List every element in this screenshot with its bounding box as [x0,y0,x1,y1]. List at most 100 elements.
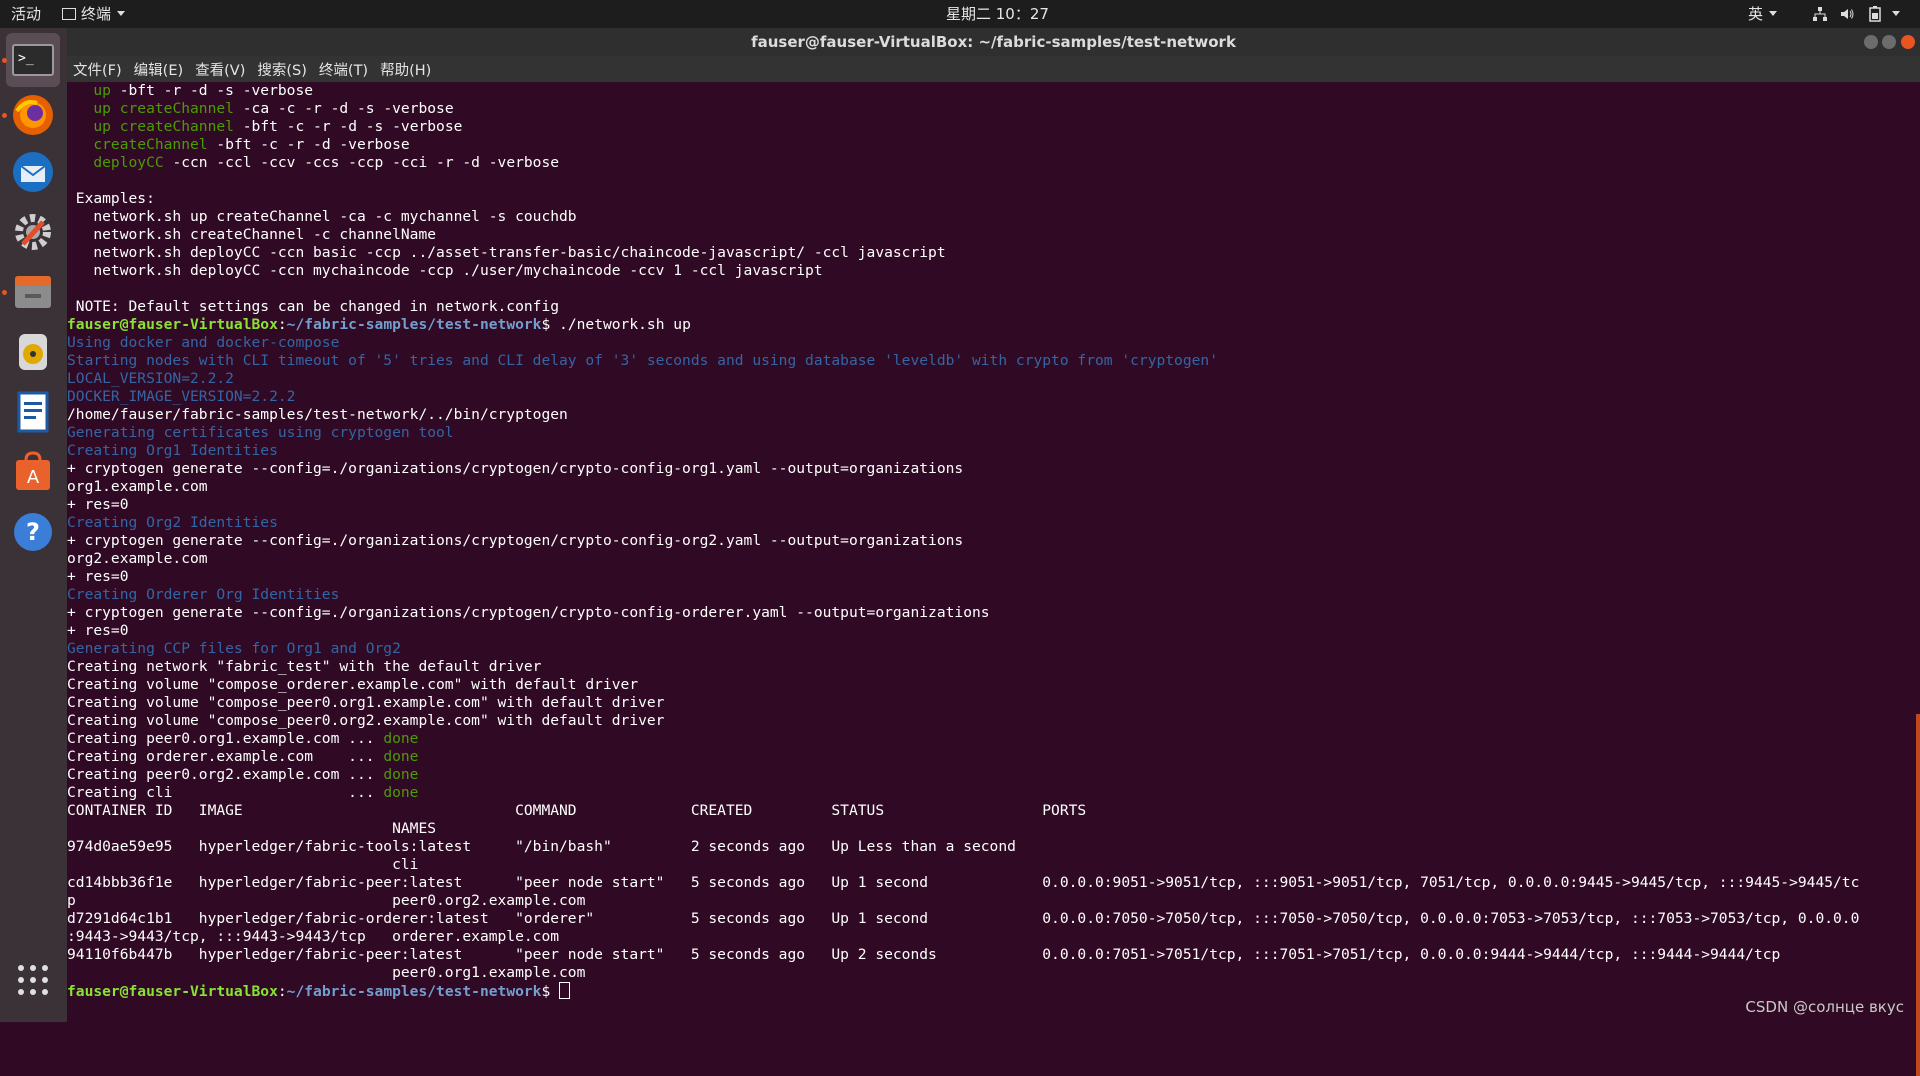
terminal-line: org1.example.com [67,478,1859,496]
terminal-line: p peer0.org2.example.com [67,892,1859,910]
terminal-text-segment: cd14bbb36f1e hyperledger/fabric-peer:lat… [67,874,1860,891]
terminal-text-segment: -bft -r -d -s -verbose [110,82,314,99]
terminal-line: Creating Org2 Identities [67,514,1859,532]
dock-writer[interactable] [6,385,60,439]
terminal-line: Creating peer0.org1.example.com ... done [67,730,1859,748]
terminal-text-segment: /home/fauser/fabric-samples/test-network… [67,406,568,423]
terminal-line: Creating network "fabric_test" with the … [67,658,1859,676]
terminal-text-segment: fauser@fauser-VirtualBox [67,983,278,1000]
terminal-small-icon [62,8,76,20]
terminal-text-segment: : [277,316,287,333]
terminal-text-segment: deployCC [93,154,164,171]
terminal-line: + cryptogen generate --config=./organiza… [67,604,1859,622]
clock[interactable]: 星期二 10：27 [946,0,1049,28]
terminal-text-segment: done [383,730,419,747]
terminal-text-segment: -bft -c -r -d -verbose [207,136,410,153]
terminal-text-segment: + cryptogen generate --config=./organiza… [67,460,964,477]
terminal-text-segment: $ ./network.sh up [541,316,691,333]
volume-icon [1840,9,1854,19]
terminal-line: org2.example.com [67,550,1859,568]
menu-terminal[interactable]: 终端(T) [313,56,374,82]
terminal-text-segment: NOTE: Default settings can be changed in… [67,298,560,315]
terminal-line: CONTAINER ID IMAGE COMMAND CREATED STATU… [67,802,1859,820]
terminal-text-segment: :9443->9443/tcp, :::9443->9443/tcp order… [67,928,560,945]
terminal-line: deployCC -ccn -ccl -ccv -ccs -ccp -cci -… [67,154,1859,172]
terminal-text-segment: Creating orderer.example.com ... [67,748,384,765]
menu-edit[interactable]: 编辑(E) [128,56,189,82]
dock-rhythmbox[interactable] [6,325,60,379]
terminal-text-segment: DOCKER_IMAGE_VERSION=2.2.2 [67,388,296,405]
app-menu[interactable]: 终端 [62,0,126,28]
dock-settings[interactable] [6,205,60,259]
terminal-line: LOCAL_VERSION=2.2.2 [67,370,1859,388]
terminal-text-segment: peer0.org1.example.com [67,964,586,981]
terminal-text-segment: p peer0.org2.example.com [67,892,586,909]
terminal-text-segment: Creating peer0.org2.example.com ... [67,766,384,783]
terminal-line: peer0.org1.example.com [67,964,1859,982]
terminal-line: up -bft -r -d -s -verbose [67,82,1859,100]
terminal-line: d7291d64c1b1 hyperledger/fabric-orderer:… [67,910,1859,928]
terminal-lines: up -bft -r -d -s -verbose up createChann… [67,82,1859,1000]
terminal-text-segment: Creating volume "compose_peer0.org1.exam… [67,694,665,711]
running-indicator [2,58,7,63]
dock-software[interactable]: A [6,445,60,499]
dock-thunderbird[interactable] [6,145,60,199]
terminal-line: 974d0ae59e95 hyperledger/fabric-tools:la… [67,838,1859,856]
terminal-line: network.sh createChannel -c channelName [67,226,1859,244]
minimize-button[interactable] [1864,35,1878,49]
close-button[interactable] [1901,35,1915,49]
terminal-text-segment: Creating volume "compose_peer0.org2.exam… [67,712,665,729]
window-titlebar[interactable]: fauser@fauser-VirtualBox: ~/fabric-sampl… [67,28,1920,56]
terminal-text-segment: Creating volume "compose_orderer.example… [67,676,639,693]
dock-files[interactable] [6,265,60,319]
dock-firefox[interactable] [6,88,60,142]
terminal-text-segment: + cryptogen generate --config=./organiza… [67,532,964,549]
watermark: CSDN @солнце вкус [1745,998,1904,1016]
terminal-text-segment: Creating network "fabric_test" with the … [67,658,542,675]
terminal-text-segment: : [277,983,287,1000]
terminal-line: Examples: [67,190,1859,208]
menu-file[interactable]: 文件(F) [67,56,128,82]
terminal-line: + res=0 [67,496,1859,514]
terminal-output-area[interactable]: up -bft -r -d -s -verbose up createChann… [67,82,1920,1076]
terminal-line: Creating volume "compose_peer0.org1.exam… [67,694,1859,712]
terminal-line: Creating peer0.org2.example.com ... done [67,766,1859,784]
help-icon: ? [14,513,52,551]
terminal-text-segment: up [93,100,111,117]
system-status-menu[interactable] [1812,0,1901,28]
maximize-button[interactable] [1882,35,1896,49]
terminal-text-segment: fauser@fauser-VirtualBox [67,316,278,333]
terminal-line: + res=0 [67,622,1859,640]
terminal-icon: >_ [12,44,54,76]
terminal-text-segment: createChannel [119,100,234,117]
terminal-text-segment: done [383,748,419,765]
caret-down-icon [117,11,126,16]
terminal-line: Creating cli ... done [67,784,1859,802]
terminal-line: :9443->9443/tcp, :::9443->9443/tcp order… [67,928,1859,946]
terminal-text-segment: + cryptogen generate --config=./organiza… [67,604,990,621]
system-top-bar: 活动 终端 星期二 10：27 英 [0,0,1920,28]
terminal-text-segment: + res=0 [67,622,129,639]
terminal-text-segment: network.sh up createChannel -ca -c mycha… [67,208,577,225]
activities-button[interactable]: 活动 [11,0,41,28]
menu-view[interactable]: 查看(V) [189,56,251,82]
menu-help[interactable]: 帮助(H) [374,56,437,82]
menu-search[interactable]: 搜索(S) [251,56,313,82]
terminal-line: Creating orderer.example.com ... done [67,748,1859,766]
dock-terminal[interactable]: >_ [6,33,60,87]
input-method-indicator[interactable]: 英 [1748,0,1778,28]
dock-show-applications[interactable] [6,953,60,1007]
terminal-line: NOTE: Default settings can be changed in… [67,298,1859,316]
dock-help[interactable]: ? [6,505,60,559]
terminal-line: up createChannel -ca -c -r -d -s -verbos… [67,100,1859,118]
terminal-text-segment: CONTAINER ID IMAGE COMMAND CREATED STATU… [67,802,1087,819]
caret-down-icon [1892,11,1901,16]
terminal-line: Creating Org1 Identities [67,442,1859,460]
terminal-text-segment: Examples: [67,190,155,207]
terminal-line: Creating Orderer Org Identities [67,586,1859,604]
